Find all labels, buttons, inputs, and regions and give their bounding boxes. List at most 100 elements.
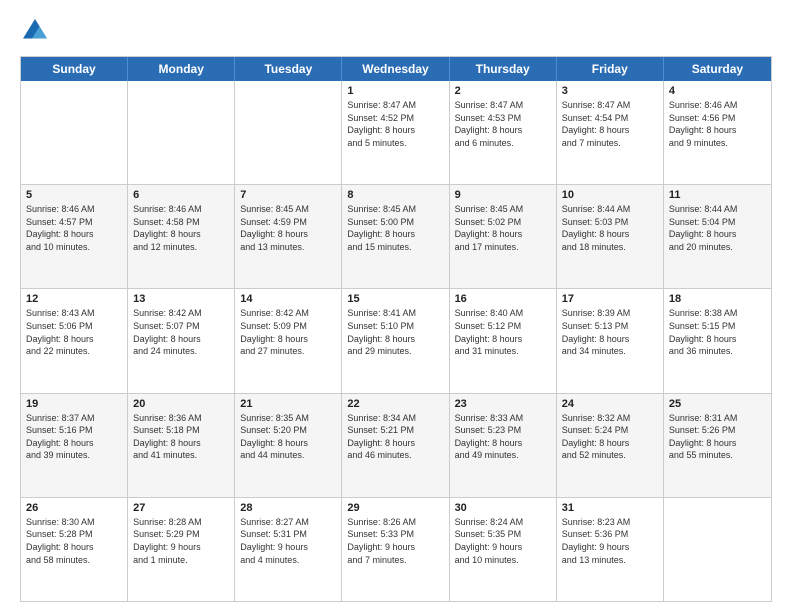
day-info-5: Sunrise: 8:46 AM Sunset: 4:57 PM Dayligh…: [26, 203, 122, 253]
calendar-cell-10: 10 Sunrise: 8:44 AM Sunset: 5:03 PM Dayli…: [557, 185, 664, 288]
day-info-2: Sunrise: 8:47 AM Sunset: 4:53 PM Dayligh…: [455, 99, 551, 149]
day-info-6: Sunrise: 8:46 AM Sunset: 4:58 PM Dayligh…: [133, 203, 229, 253]
logo: [20, 16, 54, 46]
header-day-monday: Monday: [128, 57, 235, 81]
day-number-23: 23: [455, 398, 551, 410]
day-info-31: Sunrise: 8:23 AM Sunset: 5:36 PM Dayligh…: [562, 516, 658, 566]
calendar-cell-22: 22Sunrise: 8:34 AM Sunset: 5:21 PM Dayli…: [342, 394, 449, 497]
day-info-24: Sunrise: 8:32 AM Sunset: 5:24 PM Dayligh…: [562, 412, 658, 462]
header-day-thursday: Thursday: [450, 57, 557, 81]
day-number-31: 31: [562, 502, 658, 514]
day-info-13: Sunrise: 8:42 AM Sunset: 5:07 PM Dayligh…: [133, 307, 229, 357]
day-info-15: Sunrise: 8:41 AM Sunset: 5:10 PM Dayligh…: [347, 307, 443, 357]
calendar-cell-empty-0-2: [235, 81, 342, 184]
day-info-16: Sunrise: 8:40 AM Sunset: 5:12 PM Dayligh…: [455, 307, 551, 357]
day-number-8: 8: [347, 189, 443, 201]
day-info-20: Sunrise: 8:36 AM Sunset: 5:18 PM Dayligh…: [133, 412, 229, 462]
calendar-cell-24: 24Sunrise: 8:32 AM Sunset: 5:24 PM Dayli…: [557, 394, 664, 497]
calendar-row-5: 26Sunrise: 8:30 AM Sunset: 5:28 PM Dayli…: [21, 497, 771, 601]
calendar-cell-7: 7Sunrise: 8:45 AM Sunset: 4:59 PM Daylig…: [235, 185, 342, 288]
day-info-19: Sunrise: 8:37 AM Sunset: 5:16 PM Dayligh…: [26, 412, 122, 462]
header-day-friday: Friday: [557, 57, 664, 81]
calendar: SundayMondayTuesdayWednesdayThursdayFrid…: [20, 56, 772, 602]
day-number-13: 13: [133, 293, 229, 305]
calendar-cell-8: 8 Sunrise: 8:45 AM Sunset: 5:00 PM Daylig…: [342, 185, 449, 288]
calendar-row-4: 19 Sunrise: 8:37 AM Sunset: 5:16 PM Dayli…: [21, 393, 771, 497]
calendar-row-2: 5 Sunrise: 8:46 AM Sunset: 4:57 PM Daylig…: [21, 184, 771, 288]
day-number-4: 4: [669, 85, 766, 97]
header-day-sunday: Sunday: [21, 57, 128, 81]
calendar-cell-18: 18 Sunrise: 8:38 AM Sunset: 5:15 PM Dayli…: [664, 289, 771, 392]
calendar-row-1: 1 Sunrise: 8:47 AM Sunset: 4:52 PM Daylig…: [21, 81, 771, 184]
day-info-11: Sunrise: 8:44 AM Sunset: 5:04 PM Dayligh…: [669, 203, 766, 253]
calendar-cell-30: 30 Sunrise: 8:24 AM Sunset: 5:35 PM Dayli…: [450, 498, 557, 601]
day-number-29: 29: [347, 502, 443, 514]
day-number-28: 28: [240, 502, 336, 514]
day-info-25: Sunrise: 8:31 AM Sunset: 5:26 PM Dayligh…: [669, 412, 766, 462]
calendar-cell-19: 19 Sunrise: 8:37 AM Sunset: 5:16 PM Dayli…: [21, 394, 128, 497]
day-number-3: 3: [562, 85, 658, 97]
day-number-7: 7: [240, 189, 336, 201]
calendar-cell-4: 4 Sunrise: 8:46 AM Sunset: 4:56 PM Daylig…: [664, 81, 771, 184]
calendar-cell-empty-4-6: [664, 498, 771, 601]
day-info-23: Sunrise: 8:33 AM Sunset: 5:23 PM Dayligh…: [455, 412, 551, 462]
day-info-4: Sunrise: 8:46 AM Sunset: 4:56 PM Dayligh…: [669, 99, 766, 149]
calendar-cell-21: 21 Sunrise: 8:35 AM Sunset: 5:20 PM Dayli…: [235, 394, 342, 497]
calendar-body: 1 Sunrise: 8:47 AM Sunset: 4:52 PM Daylig…: [21, 81, 771, 601]
calendar-cell-3: 3Sunrise: 8:47 AM Sunset: 4:54 PM Daylig…: [557, 81, 664, 184]
calendar-cell-12: 12 Sunrise: 8:43 AM Sunset: 5:06 PM Dayli…: [21, 289, 128, 392]
calendar-cell-15: 15 Sunrise: 8:41 AM Sunset: 5:10 PM Dayli…: [342, 289, 449, 392]
day-info-26: Sunrise: 8:30 AM Sunset: 5:28 PM Dayligh…: [26, 516, 122, 566]
calendar-cell-empty-0-1: [128, 81, 235, 184]
header-day-tuesday: Tuesday: [235, 57, 342, 81]
header-day-wednesday: Wednesday: [342, 57, 449, 81]
day-number-1: 1: [347, 85, 443, 97]
day-number-19: 19: [26, 398, 122, 410]
day-number-6: 6: [133, 189, 229, 201]
calendar-cell-9: 9 Sunrise: 8:45 AM Sunset: 5:02 PM Daylig…: [450, 185, 557, 288]
day-info-21: Sunrise: 8:35 AM Sunset: 5:20 PM Dayligh…: [240, 412, 336, 462]
calendar-cell-5: 5 Sunrise: 8:46 AM Sunset: 4:57 PM Daylig…: [21, 185, 128, 288]
day-number-27: 27: [133, 502, 229, 514]
day-info-29: Sunrise: 8:26 AM Sunset: 5:33 PM Dayligh…: [347, 516, 443, 566]
day-number-5: 5: [26, 189, 122, 201]
day-info-1: Sunrise: 8:47 AM Sunset: 4:52 PM Dayligh…: [347, 99, 443, 149]
day-number-10: 10: [562, 189, 658, 201]
day-number-25: 25: [669, 398, 766, 410]
calendar-cell-29: 29 Sunrise: 8:26 AM Sunset: 5:33 PM Dayli…: [342, 498, 449, 601]
day-number-9: 9: [455, 189, 551, 201]
day-number-15: 15: [347, 293, 443, 305]
day-number-12: 12: [26, 293, 122, 305]
logo-icon: [20, 16, 50, 46]
day-number-16: 16: [455, 293, 551, 305]
calendar-cell-13: 13 Sunrise: 8:42 AM Sunset: 5:07 PM Dayli…: [128, 289, 235, 392]
day-number-30: 30: [455, 502, 551, 514]
day-info-12: Sunrise: 8:43 AM Sunset: 5:06 PM Dayligh…: [26, 307, 122, 357]
day-number-18: 18: [669, 293, 766, 305]
calendar-cell-25: 25 Sunrise: 8:31 AM Sunset: 5:26 PM Dayli…: [664, 394, 771, 497]
day-number-14: 14: [240, 293, 336, 305]
calendar-cell-11: 11 Sunrise: 8:44 AM Sunset: 5:04 PM Dayli…: [664, 185, 771, 288]
calendar-header: SundayMondayTuesdayWednesdayThursdayFrid…: [21, 57, 771, 81]
day-info-17: Sunrise: 8:39 AM Sunset: 5:13 PM Dayligh…: [562, 307, 658, 357]
day-info-9: Sunrise: 8:45 AM Sunset: 5:02 PM Dayligh…: [455, 203, 551, 253]
day-info-18: Sunrise: 8:38 AM Sunset: 5:15 PM Dayligh…: [669, 307, 766, 357]
day-number-17: 17: [562, 293, 658, 305]
calendar-cell-1: 1 Sunrise: 8:47 AM Sunset: 4:52 PM Daylig…: [342, 81, 449, 184]
day-number-21: 21: [240, 398, 336, 410]
day-info-10: Sunrise: 8:44 AM Sunset: 5:03 PM Dayligh…: [562, 203, 658, 253]
header-day-saturday: Saturday: [664, 57, 771, 81]
calendar-cell-14: 14Sunrise: 8:42 AM Sunset: 5:09 PM Dayli…: [235, 289, 342, 392]
calendar-cell-23: 23 Sunrise: 8:33 AM Sunset: 5:23 PM Dayli…: [450, 394, 557, 497]
header: [20, 16, 772, 46]
day-number-22: 22: [347, 398, 443, 410]
page: SundayMondayTuesdayWednesdayThursdayFrid…: [0, 0, 792, 612]
day-info-28: Sunrise: 8:27 AM Sunset: 5:31 PM Dayligh…: [240, 516, 336, 566]
day-info-27: Sunrise: 8:28 AM Sunset: 5:29 PM Dayligh…: [133, 516, 229, 566]
day-info-30: Sunrise: 8:24 AM Sunset: 5:35 PM Dayligh…: [455, 516, 551, 566]
calendar-cell-16: 16 Sunrise: 8:40 AM Sunset: 5:12 PM Dayli…: [450, 289, 557, 392]
calendar-cell-6: 6 Sunrise: 8:46 AM Sunset: 4:58 PM Daylig…: [128, 185, 235, 288]
calendar-cell-empty-0-0: [21, 81, 128, 184]
day-number-11: 11: [669, 189, 766, 201]
day-info-8: Sunrise: 8:45 AM Sunset: 5:00 PM Dayligh…: [347, 203, 443, 253]
